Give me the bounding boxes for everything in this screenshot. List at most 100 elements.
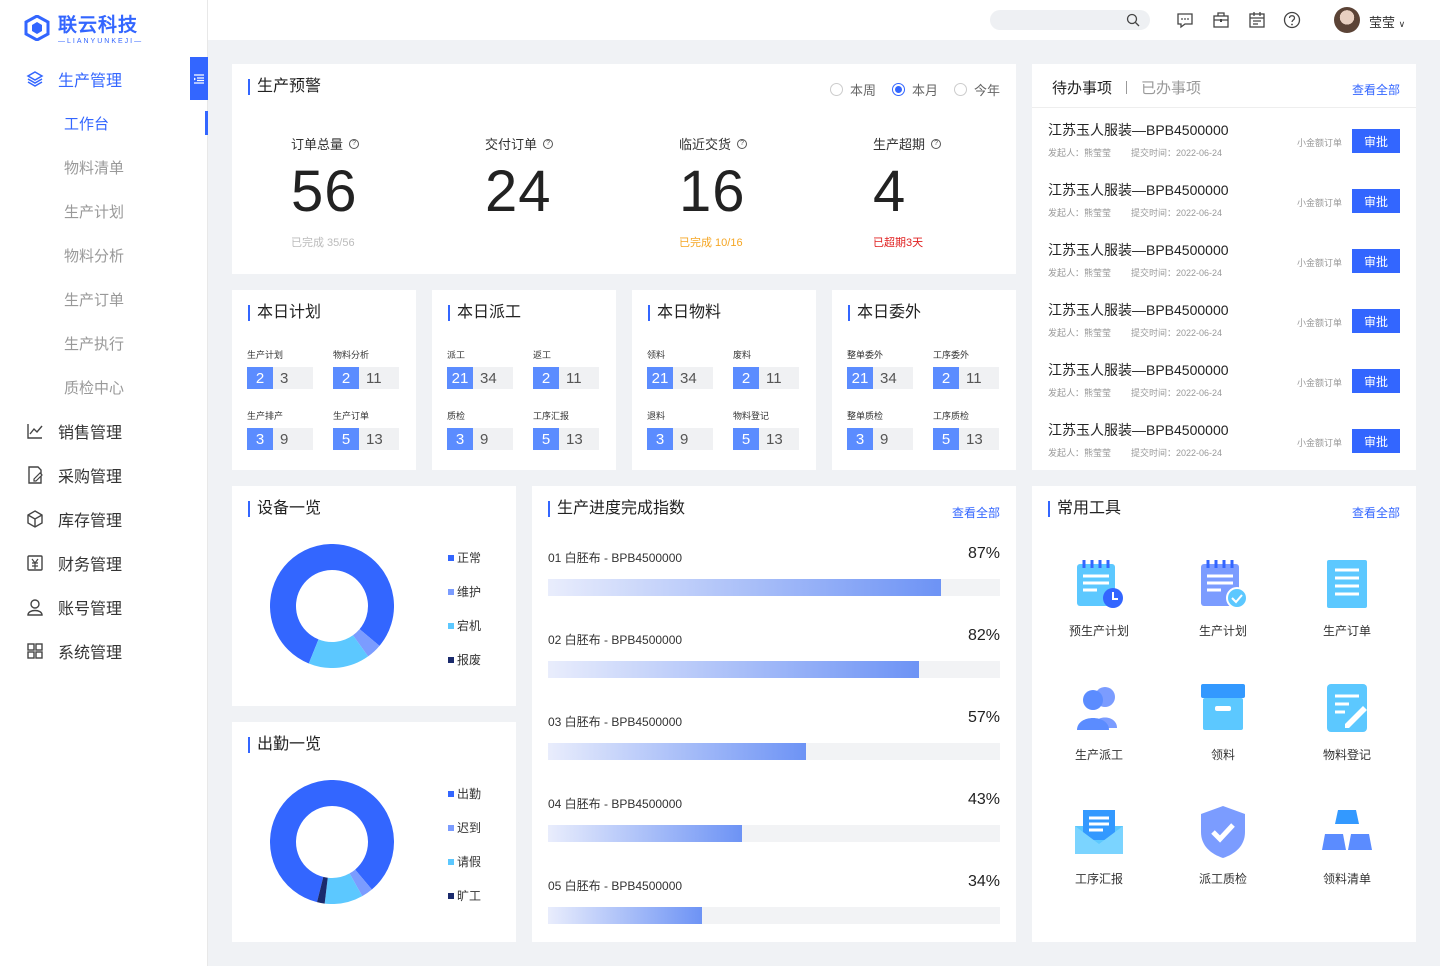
legend-swatch [448, 790, 454, 797]
card-title: 生产进度完成指数 [548, 501, 685, 517]
legend-item[interactable]: 旷工 [448, 887, 481, 904]
approve-button[interactable]: 审批 [1352, 429, 1400, 453]
metric-pair[interactable]: 39 [447, 428, 513, 450]
menu-group-label: 生产管理 [58, 73, 123, 90]
tool-dispatch[interactable]: 生产派工 [1049, 680, 1149, 763]
todo-item[interactable]: 江苏玉人服装—BPB4500000 发起人：熊莹莹 提交时间：2022-06-24… [1048, 420, 1400, 470]
question-icon[interactable]: ? [543, 138, 554, 149]
progress-percent: 57% [967, 709, 1000, 726]
radio-week[interactable]: 本周 [829, 80, 876, 99]
search-input[interactable] [990, 10, 1150, 30]
brand-logo[interactable]: 联云科技 —LIANYUNKEJI— [24, 10, 143, 45]
donut-slice-1[interactable] [352, 628, 380, 657]
user-menu[interactable]: 莹莹 ∨ [1369, 12, 1405, 31]
donut-slice-2[interactable] [308, 634, 369, 668]
approve-button[interactable]: 审批 [1352, 129, 1400, 153]
metric-pair[interactable]: 21 34 [647, 367, 713, 389]
legend-item[interactable]: 出勤 [448, 785, 481, 802]
metric-pair[interactable]: 23 [247, 367, 313, 389]
sub-item-bom[interactable]: 物料清单 [0, 145, 208, 189]
metric-pair[interactable]: 2 11 [333, 367, 399, 389]
todo-item[interactable]: 江苏玉人服装—BPB4500000 发起人：熊莹莹 提交时间：2022-06-24… [1048, 120, 1400, 170]
tool-material-register[interactable]: 物料登记 [1297, 680, 1397, 763]
legend-item[interactable]: 请假 [448, 853, 481, 870]
tab-todo[interactable]: 待办事项 [1052, 77, 1112, 103]
radio-month[interactable]: 本月 [891, 80, 938, 99]
todo-initiator: 发起人：熊莹莹 [1048, 268, 1112, 278]
menu-group-system[interactable]: 系统管理 [0, 629, 208, 673]
tool-material-list[interactable]: 领料清单 [1297, 804, 1397, 887]
donut-slice-2[interactable] [324, 873, 363, 904]
metric-pair[interactable]: 39 [647, 428, 713, 450]
metric-pair[interactable]: 2 11 [533, 367, 599, 389]
metric-pair[interactable]: 21 34 [847, 367, 913, 389]
menu-group-inventory[interactable]: 库存管理 [0, 497, 208, 541]
todo-time: 提交时间：2022-06-24 [1131, 148, 1223, 158]
metric-pair[interactable]: 39 [247, 428, 313, 450]
metric-pair[interactable]: 5 13 [333, 428, 399, 450]
progress-track [548, 907, 1000, 924]
approve-button[interactable]: 审批 [1352, 369, 1400, 393]
approve-button[interactable]: 审批 [1352, 189, 1400, 213]
briefcase-icon[interactable] [1211, 10, 1231, 30]
top-bar: 莹莹 ∨ [208, 0, 1440, 40]
tab-done[interactable]: 已办事项 [1141, 77, 1201, 103]
tool-material-box[interactable]: 领料 [1173, 680, 1273, 763]
todo-time: 提交时间：2022-06-24 [1131, 268, 1223, 278]
menu-group-purchase[interactable]: 采购管理 [0, 453, 208, 497]
todo-time: 提交时间：2022-06-24 [1131, 388, 1223, 398]
sub-item-production-execution[interactable]: 生产执行 [0, 321, 208, 365]
avatar[interactable] [1334, 7, 1360, 33]
todo-item[interactable]: 江苏玉人服装—BPB4500000 发起人：熊莹莹 提交时间：2022-06-24… [1048, 360, 1400, 410]
tool-order[interactable]: 生产订单 [1297, 556, 1397, 639]
tool-quality-check[interactable]: 派工质检 [1173, 804, 1273, 887]
legend-item[interactable]: 报废 [448, 651, 481, 668]
sub-item-material-analysis[interactable]: 物料分析 [0, 233, 208, 277]
radio-year[interactable]: 今年 [953, 80, 1000, 99]
metric-pair[interactable]: 2 11 [733, 367, 799, 389]
menu-group-sales[interactable]: 销售管理 [0, 409, 208, 453]
brand-logo-icon [24, 14, 50, 41]
metric-pair[interactable]: 21 34 [447, 367, 513, 389]
menu-group-account[interactable]: 账号管理 [0, 585, 208, 629]
question-icon[interactable]: ? [737, 138, 748, 149]
approve-button[interactable]: 审批 [1352, 249, 1400, 273]
calendar-icon[interactable] [1247, 10, 1267, 30]
sub-item-production-order[interactable]: 生产订单 [0, 277, 208, 321]
metric-pair[interactable]: 5 13 [933, 428, 999, 450]
view-all-link[interactable]: 查看全部 [1352, 504, 1400, 521]
metric-pair[interactable]: 39 [847, 428, 913, 450]
sub-item-quality-center[interactable]: 质检中心 [0, 365, 208, 409]
view-all-link[interactable]: 查看全部 [952, 504, 1000, 521]
tool-plan[interactable]: 生产计划 [1173, 556, 1273, 639]
approve-button[interactable]: 审批 [1352, 309, 1400, 333]
menu-group-finance[interactable]: 财务管理 [0, 541, 208, 585]
sub-item-production-plan[interactable]: 生产计划 [0, 189, 208, 233]
legend-item[interactable]: 迟到 [448, 819, 481, 836]
message-icon[interactable] [1175, 10, 1195, 30]
tool-label: 领料 [1210, 748, 1235, 762]
donut-slice-0[interactable] [270, 780, 394, 903]
view-all-link[interactable]: 查看全部 [1352, 81, 1400, 98]
search-icon[interactable] [1126, 13, 1140, 32]
legend-item[interactable]: 维护 [448, 583, 481, 600]
legend-item[interactable]: 宕机 [448, 617, 481, 634]
todo-initiator: 发起人：熊莹莹 [1048, 148, 1112, 158]
help-icon[interactable] [1282, 10, 1302, 30]
todo-item[interactable]: 江苏玉人服装—BPB4500000 发起人：熊莹莹 提交时间：2022-06-24… [1048, 240, 1400, 290]
metric-pair[interactable]: 5 13 [733, 428, 799, 450]
todo-item[interactable]: 江苏玉人服装—BPB4500000 发起人：熊莹莹 提交时间：2022-06-24… [1048, 300, 1400, 350]
donut-slice-1[interactable] [349, 869, 372, 897]
metric-pair[interactable]: 2 11 [933, 367, 999, 389]
donut-slice-3[interactable] [317, 876, 328, 904]
legend-item[interactable]: 正常 [448, 549, 481, 566]
question-icon[interactable]: ? [349, 138, 360, 149]
menu-group-production[interactable]: 生产管理 [0, 57, 208, 101]
tool-process-report[interactable]: 工序汇报 [1049, 804, 1149, 887]
metric-pair[interactable]: 5 13 [533, 428, 599, 450]
sub-item-workbench[interactable]: 工作台 [0, 101, 208, 145]
tool-pre-plan[interactable]: 预生产计划 [1049, 556, 1149, 639]
question-icon[interactable]: ? [931, 138, 942, 149]
todo-item[interactable]: 江苏玉人服装—BPB4500000 发起人：熊莹莹 提交时间：2022-06-24… [1048, 180, 1400, 230]
stat-label-text: 生产超期 [873, 137, 926, 152]
